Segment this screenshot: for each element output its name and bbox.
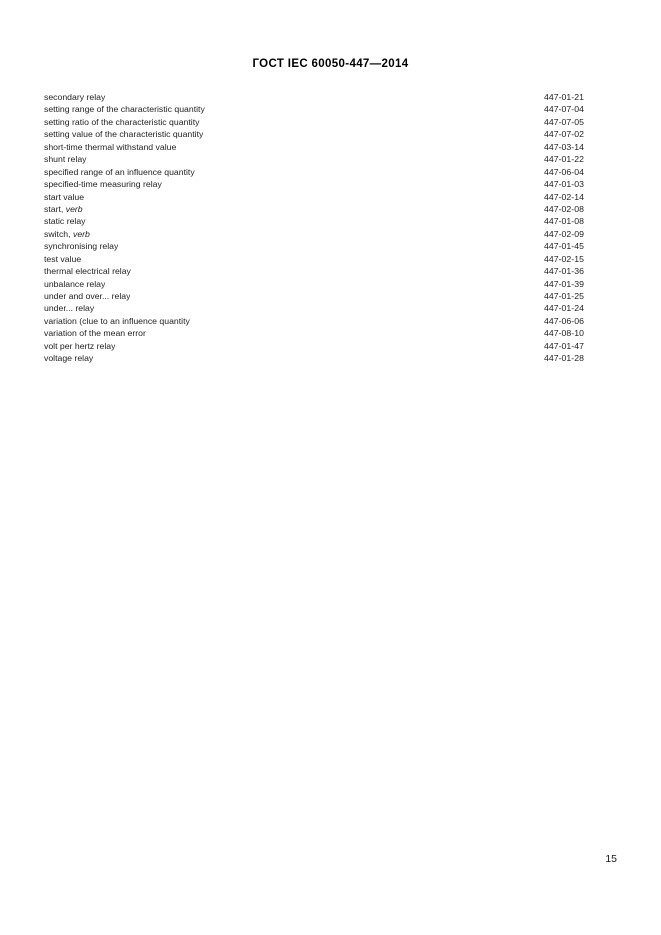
index-entry-code: 447-07-04 [543, 104, 584, 115]
index-entry-code: 447-01-21 [543, 92, 584, 102]
index-entry-term: unbalance relay [44, 278, 106, 289]
index-entry: thermal electrical relay 447-01-36 [44, 265, 584, 277]
index-entry: static relay 447-01-08 [44, 215, 584, 227]
index-entry-code: 447-01-36 [543, 266, 584, 277]
index-entry-term: test value [44, 253, 82, 264]
index-entry-code: 447-02-14 [543, 191, 584, 202]
index-entry-term: switch, verb [44, 228, 90, 239]
index-entry-code: 447-01-22 [543, 154, 584, 165]
index-entry-code: 447-01-25 [543, 291, 584, 301]
index-entry-code: 447-01-47 [543, 340, 584, 351]
index-entry: variation (clue to an influence quantity… [44, 315, 584, 327]
index-entry-term: under... relay [44, 303, 95, 314]
index-entry: specified range of an influence quantity… [44, 166, 584, 178]
index-entry: setting value of the characteristic quan… [44, 128, 584, 140]
index-entry-code: 447-08-10 [543, 328, 584, 339]
index-entry: volt per hertz relay 447-01-47 [44, 340, 584, 352]
index-entry-term: variation (clue to an influence quantity [44, 315, 190, 326]
index-entry-term: start, verb [44, 203, 83, 214]
index-entry-code: 447-01-08 [543, 216, 584, 227]
index-entry-term: setting range of the characteristic quan… [44, 104, 205, 115]
index-entry-term-qualifier: verb [65, 203, 83, 214]
index-entry-code: 447-01-03 [543, 179, 584, 190]
index-entry: under... relay 447-01-24 [44, 302, 584, 314]
index-entry-term-qualifier: verb [72, 228, 90, 239]
index-entry-term: thermal electrical relay [44, 266, 131, 277]
index-entry: start, verb 447-02-08 [44, 203, 584, 215]
index-entry: setting range of the characteristic quan… [44, 103, 584, 115]
index-entry-code: 447-01-28 [543, 353, 584, 364]
alphabetical-index-list: secondary relay 447-01-21 setting range of… [44, 91, 584, 365]
index-entry: synchronising relay 447-01-45 [44, 240, 584, 252]
index-entry-term: volt per hertz relay [44, 340, 116, 351]
index-entry-code: 447-07-05 [543, 116, 584, 127]
index-entry-code: 447-02-09 [543, 228, 584, 239]
index-entry-code: 447-02-15 [543, 253, 584, 264]
index-entry-term: secondary relay [44, 92, 106, 102]
document-page: ГОСТ IEC 60050-447—2014 secondary relay 4… [0, 0, 661, 935]
index-entry-term: shunt relay [44, 154, 87, 165]
index-entry-code: 447-06-06 [543, 315, 584, 326]
index-entry-term: variation of the mean error [44, 328, 146, 339]
index-entry-code: 447-01-45 [543, 241, 584, 252]
index-entry: short-time thermal withstand value 447-03… [44, 141, 584, 153]
page-header: ГОСТ IEC 60050-447—2014 [252, 58, 409, 70]
index-entry: shunt relay 447-01-22 [44, 153, 584, 165]
index-entry-term: start value [44, 191, 85, 202]
index-entry-code: 447-01-24 [543, 303, 584, 314]
index-entry-term: static relay [44, 216, 86, 227]
index-entry-code: 447-02-08 [543, 203, 584, 214]
index-entry: variation of the mean error 447-08-10 [44, 327, 584, 339]
index-entry: test value 447-02-15 [44, 253, 584, 265]
index-entry: voltage relay 447-01-28 [44, 352, 584, 364]
index-entry-term: specified-time measuring relay [44, 179, 162, 190]
index-entry-term: setting value of the characteristic quan… [44, 129, 204, 140]
index-entry-term: synchronising relay [44, 241, 119, 252]
index-entry-term: specified range of an influence quantity [44, 166, 195, 177]
index-entry: specified-time measuring relay 447-01-03 [44, 178, 584, 190]
index-entry-code: 447-07-02 [543, 129, 584, 140]
index-entry: under and over... relay 447-01-25 [44, 290, 584, 302]
index-entry-term: under and over... relay [44, 291, 131, 301]
index-entry: switch, verb 447-02-09 [44, 228, 584, 240]
index-entry-term: setting ratio of the characteristic quan… [44, 116, 200, 127]
index-entry: start value 447-02-14 [44, 191, 584, 203]
index-entry-code: 447-06-04 [543, 166, 584, 177]
index-entry-code: 447-03-14 [543, 141, 584, 152]
index-entry: setting ratio of the characteristic quan… [44, 116, 584, 128]
index-entry-term: short-time thermal withstand value [44, 141, 177, 152]
index-entry: unbalance relay 447-01-39 [44, 278, 584, 290]
page-number: 15 [605, 853, 617, 865]
index-entry-term: voltage relay [44, 353, 94, 364]
index-entry: secondary relay 447-01-21 [44, 91, 584, 103]
index-entry-code: 447-01-39 [543, 278, 584, 289]
